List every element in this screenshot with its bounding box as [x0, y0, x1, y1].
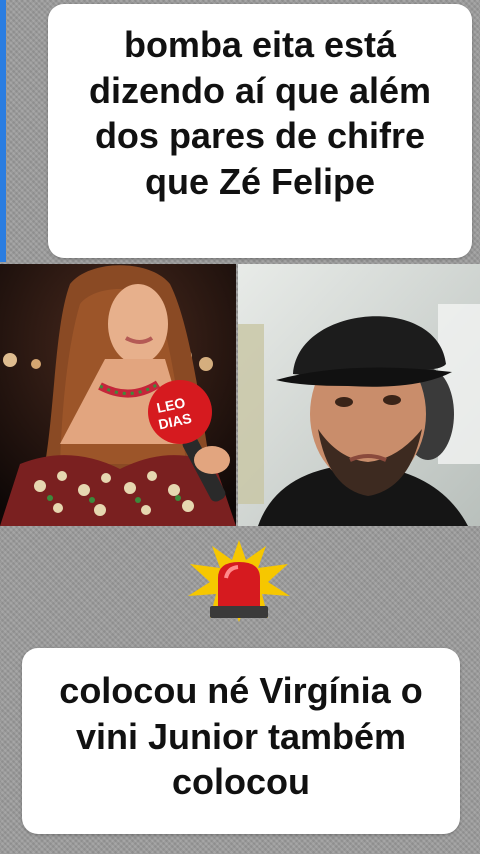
bottom-caption: colocou né Virgínia o vini Junior também…: [22, 648, 460, 834]
photo-woman-interview: LEO DIAS: [0, 264, 236, 526]
photo-strip: LEO DIAS: [0, 264, 480, 526]
bottom-caption-line-1: colocou né Virgínia o: [59, 670, 423, 711]
photo-man-cap: [238, 264, 480, 526]
top-caption: bomba eita está dizendo aí que além dos …: [48, 4, 472, 258]
left-accent-bar: [0, 0, 6, 262]
top-caption-line-3: dos pares de chifre: [94, 115, 426, 157]
top-caption-line-1: bomba eita está: [123, 24, 397, 65]
siren-icon: [184, 538, 294, 624]
bottom-caption-line-2: vini Junior também: [75, 715, 407, 757]
top-caption-line-4: que Zé Felipe: [144, 161, 376, 203]
top-caption-line-2: dizendo aí que além: [88, 69, 432, 111]
bottom-caption-line-3: colocou: [171, 761, 310, 803]
